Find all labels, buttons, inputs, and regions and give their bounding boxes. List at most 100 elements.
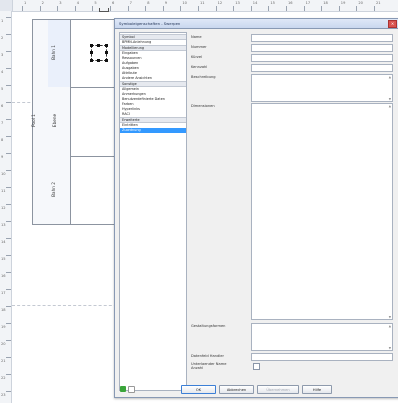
ruler-tick: [6, 340, 11, 341]
ruler-tick: [6, 357, 11, 358]
ruler-tick: [6, 272, 11, 273]
ruler-tick-label: 1: [24, 1, 27, 5]
ruler-tick-label: 5: [94, 1, 97, 5]
ruler-tick-label: 8: [1, 138, 4, 142]
scroll-up-icon[interactable]: ▲: [389, 104, 391, 108]
ruler-tick: [162, 6, 164, 11]
hilfe-button[interactable]: Hilfe: [302, 385, 332, 394]
resize-handle-br[interactable]: [105, 59, 108, 62]
ruler-tick-label: 14: [1, 240, 6, 244]
category-tree[interactable]: Symbol BPMN-Anlehnung Modellierung Eingaben…: [119, 32, 187, 391]
ruler-tick-label: 3: [1, 53, 4, 57]
resize-handle-bl[interactable]: [90, 59, 93, 62]
ruler-tick-label: 12: [217, 1, 223, 5]
ruler-tick-label: 7: [129, 1, 132, 5]
unterlaender-checkbox[interactable]: [253, 363, 260, 370]
ruler-tick: [92, 6, 94, 11]
pool-header[interactable]: Pool 1: [31, 20, 49, 224]
ruler-tick: [233, 6, 235, 11]
resize-handle-r[interactable]: [105, 51, 108, 54]
ok-button[interactable]: OK: [181, 385, 216, 394]
ruler-tick: [6, 51, 11, 52]
ruler-tick-label: 19: [1, 325, 6, 329]
ruler-tick: [6, 68, 11, 69]
beschreibung-label: Beschreibung: [191, 75, 216, 79]
lane-1-label: Bahn 1: [50, 45, 56, 60]
ruler-tick: [6, 391, 11, 392]
tree-item[interactable]: Zuordnung: [120, 128, 186, 133]
lane-1-header[interactable]: Bahn 1: [48, 20, 71, 87]
ruler-tick-label: 20: [358, 1, 363, 5]
abbrechen-button[interactable]: Abbrechen: [219, 385, 254, 394]
kennzahl-input[interactable]: [251, 64, 393, 72]
selected-shape[interactable]: [90, 44, 108, 62]
kennzahl-label: Kennzahl: [191, 65, 208, 69]
close-button[interactable]: ×: [388, 20, 397, 28]
ruler-tick: [6, 136, 11, 137]
resize-handle-t[interactable]: [97, 44, 100, 47]
status-info-icon: [128, 386, 135, 393]
ruler-tick: [250, 6, 252, 11]
dimensionen-label: Dimensionen: [191, 104, 215, 108]
ruler-tick-label: 22: [1, 376, 6, 380]
ruler-tick: [6, 153, 11, 154]
resize-handle-l[interactable]: [90, 51, 93, 54]
ruler-tick-label: 2: [41, 1, 44, 5]
ruler-tick-label: 5: [1, 87, 4, 91]
datenfeld-label: Datenfeld Handler: [191, 354, 224, 358]
ruler-tick-label: 12: [1, 206, 6, 210]
name-input[interactable]: [251, 34, 393, 42]
resize-handle-b[interactable]: [97, 59, 100, 62]
ruler-tick: [6, 238, 11, 239]
ruler-tick-label: 6: [1, 104, 4, 108]
ruler-tick-label: 16: [1, 274, 6, 278]
status-ok-icon: [120, 386, 126, 392]
scroll-up-icon[interactable]: ▲: [389, 324, 391, 328]
ruler-tick: [6, 85, 11, 86]
resize-handle-tr[interactable]: [105, 44, 108, 47]
ruler-tick-label: 17: [1, 291, 6, 295]
ruler-tick: [57, 6, 59, 11]
left-ruler: 1 2 3 4 5 6 7 8 9 10 11 12 13 14 15 16 17 18 19 20 21 22 23: [0, 11, 12, 403]
ruler-tick-label: 13: [235, 1, 240, 5]
ruler-tick-label: 11: [1, 189, 6, 193]
ruler-tick-label: 21: [376, 1, 381, 5]
dimensionen-textarea[interactable]: ▲ ▼: [251, 103, 393, 320]
ruler-tick: [110, 6, 111, 11]
scroll-down-icon[interactable]: ▼: [389, 346, 391, 350]
ruler-tick-label: 9: [1, 155, 4, 159]
beschreibung-textarea[interactable]: ▲ ▼: [251, 74, 393, 102]
lane-3-header[interactable]: Bahn 2: [48, 156, 71, 224]
kuerzel-input[interactable]: [251, 54, 393, 62]
uebernehmen-button[interactable]: Übernehmen: [257, 385, 299, 394]
scroll-up-icon[interactable]: ▲: [389, 75, 391, 79]
scroll-down-icon[interactable]: ▼: [389, 97, 391, 101]
ruler-tick: [6, 170, 11, 171]
ruler-tick-label: 18: [1, 308, 6, 312]
ruler-tick: [74, 6, 76, 11]
lane-2-header[interactable]: Ebene: [48, 87, 71, 156]
ruler-tick-label: 9: [164, 1, 168, 5]
resize-handle-tl[interactable]: [90, 44, 93, 47]
datenfeld-input[interactable]: [251, 353, 393, 361]
gestaltungsformen-textarea[interactable]: ▲ ▼: [251, 323, 393, 351]
ruler-tick: [6, 34, 11, 35]
ruler-tick-label: 4: [1, 70, 4, 74]
ruler-tick-label: 6: [112, 1, 115, 5]
scroll-down-icon[interactable]: ▼: [389, 315, 391, 319]
ruler-tick: [127, 6, 129, 11]
ruler-tick: [6, 255, 11, 256]
ruler-tick: [180, 6, 182, 11]
close-icon: ×: [390, 21, 395, 26]
ruler-tick: [6, 17, 11, 18]
ruler-tick: [374, 6, 375, 11]
ruler-tick: [6, 306, 11, 307]
nummer-label: Nummer: [191, 45, 207, 49]
ruler-tick-label: 7: [1, 121, 4, 125]
ruler-tick: [215, 6, 217, 11]
dialog-title-bar[interactable]: Symboleigenschaften - Swerpen ×: [115, 19, 398, 29]
properties-panel: Name Nummer Kürzel Kennzahl Beschreibung…: [189, 32, 395, 388]
ruler-tick: [6, 374, 11, 375]
nummer-input[interactable]: [251, 44, 393, 52]
ruler-tick-label: 19: [340, 1, 346, 5]
